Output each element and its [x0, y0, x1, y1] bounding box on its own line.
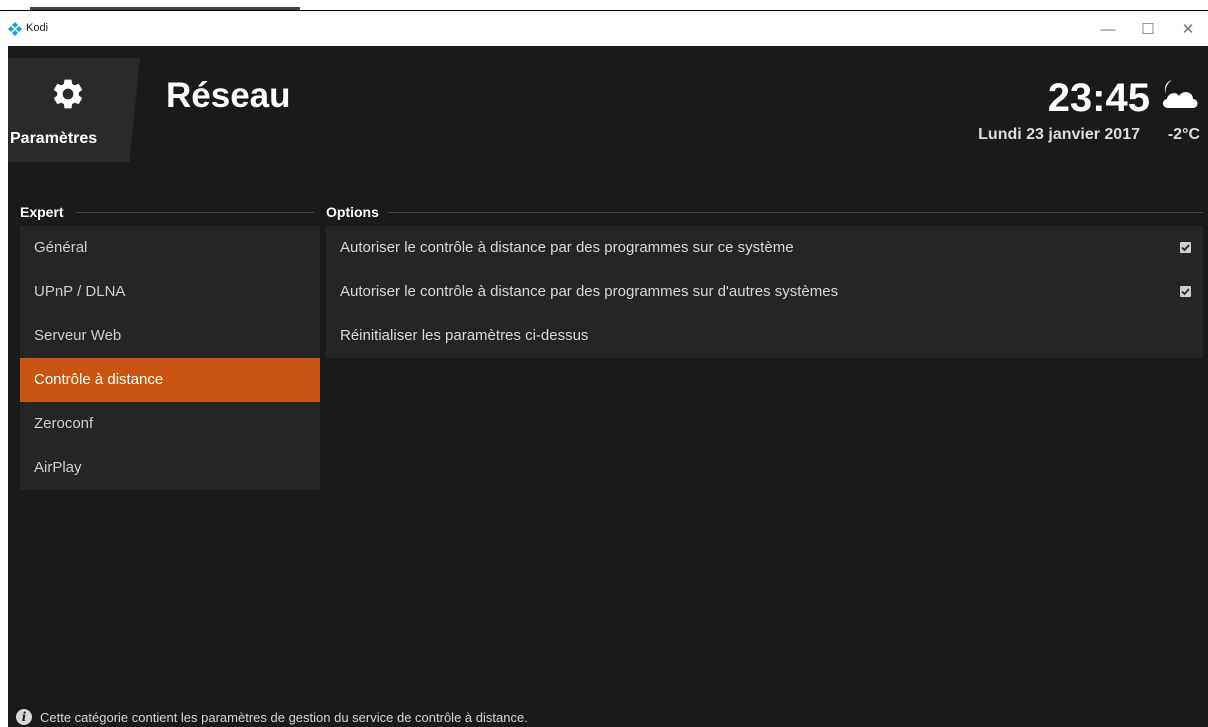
sidebar-item-remote-control[interactable]: Contrôle à distance [20, 358, 320, 402]
maximize-button[interactable]: ☐ [1128, 14, 1168, 46]
sidebar-item-airplay[interactable]: AirPlay [20, 446, 320, 490]
info-icon: i [16, 709, 32, 725]
checkbox-checked-icon[interactable] [1180, 286, 1191, 297]
settings-label: Paramètres [10, 130, 98, 147]
partly-cloudy-night-icon [1162, 80, 1198, 108]
date-label: Lundi 23 janvier 2017 [978, 126, 1140, 143]
options-list: Autoriser le contrôle à distance par des… [326, 226, 1203, 358]
sidebar-item-web-server[interactable]: Serveur Web [20, 314, 320, 358]
sidebar-heading-divider [76, 212, 314, 213]
window-title: Kodi [26, 22, 49, 34]
option-label: Autoriser le contrôle à distance par des… [340, 239, 794, 256]
sidebar-heading: Expert [20, 204, 64, 220]
option-remote-other-systems[interactable]: Autoriser le contrôle à distance par des… [326, 270, 1203, 314]
close-button[interactable]: ✕ [1168, 14, 1208, 46]
clock: 23:45 [1047, 76, 1150, 120]
gear-icon [53, 79, 83, 109]
page-title: Réseau [166, 76, 291, 115]
sidebar-item-general[interactable]: Général [20, 226, 320, 270]
sidebar-item-upnp-dlna[interactable]: UPnP / DLNA [20, 270, 320, 314]
option-remote-local[interactable]: Autoriser le contrôle à distance par des… [326, 226, 1203, 270]
option-label: Réinitialiser les paramètres ci-dessus [340, 327, 589, 344]
info-text: Cette catégorie contient les paramètres … [40, 710, 528, 725]
kodi-app: Paramètres Réseau 23:45 Lundi 23 janvier… [8, 46, 1208, 727]
options-heading: Options [326, 204, 379, 220]
minimize-button[interactable]: — [1088, 14, 1128, 46]
kodi-logo-icon [8, 22, 22, 36]
sidebar-item-zeroconf[interactable]: Zeroconf [20, 402, 320, 446]
top-strip-line [0, 10, 1208, 11]
options-heading-divider [388, 212, 1203, 213]
temperature-label: -2°C [1167, 126, 1200, 143]
settings-tile[interactable]: Paramètres [8, 58, 140, 162]
category-list: Général UPnP / DLNA Serveur Web Contrôle… [20, 226, 320, 490]
option-reset-settings[interactable]: Réinitialiser les paramètres ci-dessus [326, 314, 1203, 358]
checkbox-checked-icon[interactable] [1180, 242, 1191, 253]
window-titlebar: Kodi — ☐ ✕ [0, 14, 1208, 46]
top-strip [0, 0, 1208, 14]
option-label: Autoriser le contrôle à distance par des… [340, 283, 839, 300]
